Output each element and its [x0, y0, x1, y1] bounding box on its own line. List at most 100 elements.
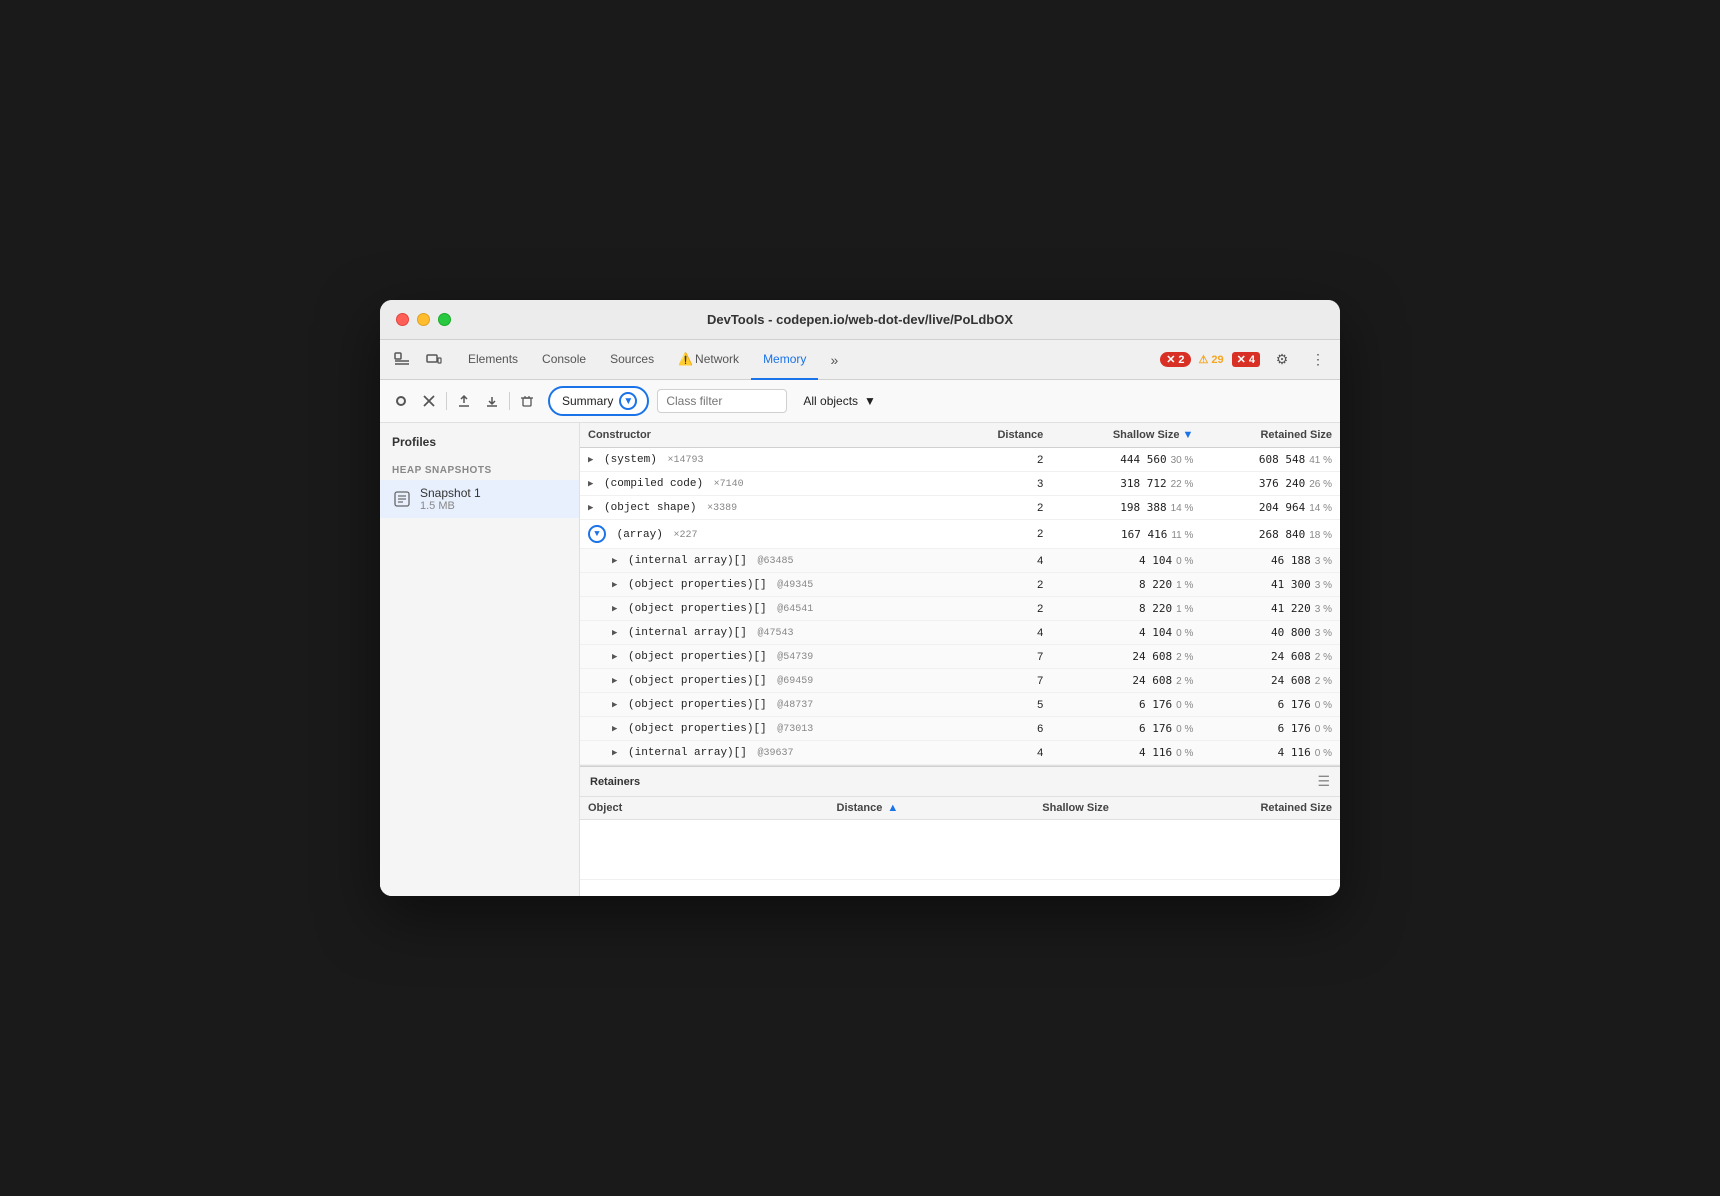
main-content: Profiles HEAP SNAPSHOTS Snapshot 1 1.5 M…	[380, 423, 1340, 896]
download-button[interactable]	[479, 388, 505, 414]
retainers-table: Object Distance ▲ Shallow Size Retained …	[580, 797, 1340, 880]
col-retained-size[interactable]: Retained Size	[1201, 423, 1340, 448]
col-distance[interactable]: Distance	[955, 423, 1051, 448]
shallow-size-cell: 4 1040 %	[1051, 549, 1201, 573]
retained-size-cell: 41 2203 %	[1201, 597, 1340, 621]
snapshot-icon	[392, 489, 412, 509]
retainers-title: Retainers	[590, 776, 640, 788]
distance-cell: 2	[955, 597, 1051, 621]
table-row[interactable]: ▶ (object properties)[] @54739 7 24 6082…	[580, 645, 1340, 669]
more-tabs-icon[interactable]: »	[820, 346, 848, 374]
sidebar-snapshot-1[interactable]: Snapshot 1 1.5 MB	[380, 480, 579, 518]
expand-arrow[interactable]: ▶	[612, 580, 617, 590]
retained-size-cell: 41 3003 %	[1201, 573, 1340, 597]
col-shallow-size[interactable]: Shallow Size ▼	[1051, 423, 1201, 448]
expand-arrow[interactable]: ▶	[612, 652, 617, 662]
toolbar-icons	[388, 388, 540, 414]
table-row[interactable]: ▶ (system) ×14793 2 444 56030 % 608 5484…	[580, 448, 1340, 472]
snapshot-size: 1.5 MB	[420, 500, 481, 512]
tab-console[interactable]: Console	[530, 340, 598, 380]
retained-size-cell: 24 6082 %	[1201, 669, 1340, 693]
retained-size-cell: 268 84018 %	[1201, 520, 1340, 549]
more-options-icon[interactable]: ⋮	[1304, 346, 1332, 374]
retainers-col-distance[interactable]: Distance ▲	[708, 797, 906, 820]
table-row[interactable]: ▶ (object properties)[] @48737 5 6 1760 …	[580, 693, 1340, 717]
tab-bar: Elements Console Sources ⚠️ Network Memo…	[380, 340, 1340, 380]
clear-button[interactable]	[416, 388, 442, 414]
retainers-col-shallow[interactable]: Shallow Size	[906, 797, 1117, 820]
shallow-size-cell: 24 6082 %	[1051, 669, 1201, 693]
device-toolbar-icon[interactable]	[420, 346, 448, 374]
sidebar-section: HEAP SNAPSHOTS	[380, 457, 579, 480]
shallow-size-cell: 8 2201 %	[1051, 597, 1201, 621]
expand-arrow[interactable]: ▶	[588, 503, 593, 513]
retained-size-cell: 204 96414 %	[1201, 496, 1340, 520]
table-row[interactable]: ▶ (internal array)[] @47543 4 4 1040 % 4…	[580, 621, 1340, 645]
tab-sources[interactable]: Sources	[598, 340, 666, 380]
constructor-cell: ▶ (internal array)[] @39637	[580, 741, 955, 765]
distance-cell: 4	[955, 549, 1051, 573]
toolbar-divider2	[509, 392, 510, 410]
col-constructor[interactable]: Constructor	[580, 423, 955, 448]
table-header-row: Constructor Distance Shallow Size ▼ Reta…	[580, 423, 1340, 448]
distance-cell: 2	[955, 496, 1051, 520]
retained-size-cell: 46 1883 %	[1201, 549, 1340, 573]
tab-network[interactable]: ⚠️ Network	[666, 340, 751, 380]
retainers-col-retained[interactable]: Retained Size	[1117, 797, 1340, 820]
expand-arrow[interactable]: ▶	[612, 724, 617, 734]
table-row[interactable]: ▶ (internal array)[] @63485 4 4 1040 % 4…	[580, 549, 1340, 573]
shallow-size-cell: 24 6082 %	[1051, 645, 1201, 669]
close-button[interactable]	[396, 313, 409, 326]
summary-dropdown-arrow: ▼	[619, 392, 637, 410]
summary-dropdown[interactable]: Summary ▼	[548, 386, 649, 416]
expand-arrow[interactable]: ▶	[612, 676, 617, 686]
sidebar: Profiles HEAP SNAPSHOTS Snapshot 1 1.5 M…	[380, 423, 580, 896]
expand-arrow[interactable]: ▶	[612, 556, 617, 566]
array-expand-circle[interactable]: ▼	[588, 525, 606, 543]
table-row[interactable]: ▶ (object properties)[] @73013 6 6 1760 …	[580, 717, 1340, 741]
constructor-cell: ▶ (object properties)[] @64541	[580, 597, 955, 621]
expand-arrow[interactable]: ▶	[588, 455, 593, 465]
expand-arrow[interactable]: ▶	[588, 479, 593, 489]
retainers-header-row: Object Distance ▲ Shallow Size Retained …	[580, 797, 1340, 820]
toolbar-divider	[446, 392, 447, 410]
table-row[interactable]: ▶ (internal array)[] @39637 4 4 1160 % 4…	[580, 741, 1340, 765]
tab-elements[interactable]: Elements	[456, 340, 530, 380]
table-row[interactable]: ▶ (object properties)[] @69459 7 24 6082…	[580, 669, 1340, 693]
constructor-cell: ▶ (object properties)[] @48737	[580, 693, 955, 717]
constructor-cell: ▶ (system) ×14793	[580, 448, 955, 472]
table-row[interactable]: ▶ (object properties)[] @49345 2 8 2201 …	[580, 573, 1340, 597]
table-row[interactable]: ▶ (compiled code) ×7140 3 318 71222 % 37…	[580, 472, 1340, 496]
record-button[interactable]	[388, 388, 414, 414]
collect-garbage-button[interactable]	[514, 388, 540, 414]
retained-size-cell: 608 54841 %	[1201, 448, 1340, 472]
distance-cell: 5	[955, 693, 1051, 717]
retained-size-cell: 4 1160 %	[1201, 741, 1340, 765]
distance-cell: 3	[955, 472, 1051, 496]
maximize-button[interactable]	[438, 313, 451, 326]
table-row-array[interactable]: ▼ (array) ×227 2 167 41611 % 268 84018 %	[580, 520, 1340, 549]
expand-arrow[interactable]: ▶	[612, 700, 617, 710]
shallow-size-cell: 167 41611 %	[1051, 520, 1201, 549]
expand-arrow[interactable]: ▶	[612, 604, 617, 614]
class-filter-input[interactable]	[657, 389, 787, 413]
table-row[interactable]: ▶ (object shape) ×3389 2 198 38814 % 204…	[580, 496, 1340, 520]
expand-arrow[interactable]: ▶	[612, 628, 617, 638]
expand-arrow[interactable]: ▶	[612, 748, 617, 758]
devtools-window: DevTools - codepen.io/web-dot-dev/live/P…	[380, 300, 1340, 896]
retained-size-cell: 40 8003 %	[1201, 621, 1340, 645]
retained-size-cell: 24 6082 %	[1201, 645, 1340, 669]
tab-memory[interactable]: Memory	[751, 340, 818, 380]
minimize-button[interactable]	[417, 313, 430, 326]
main-table-container[interactable]: Constructor Distance Shallow Size ▼ Reta…	[580, 423, 1340, 766]
upload-button[interactable]	[451, 388, 477, 414]
retainers-col-object[interactable]: Object	[580, 797, 708, 820]
table-row[interactable]: ▶ (object properties)[] @64541 2 8 2201 …	[580, 597, 1340, 621]
shallow-size-cell: 6 1760 %	[1051, 717, 1201, 741]
retainers-menu-icon[interactable]: ☰	[1317, 773, 1330, 790]
shallow-size-cell: 198 38814 %	[1051, 496, 1201, 520]
settings-icon[interactable]: ⚙	[1268, 346, 1296, 374]
traffic-lights	[396, 313, 451, 326]
inspector-icon[interactable]	[388, 346, 416, 374]
all-objects-dropdown[interactable]: All objects ▼	[803, 394, 876, 408]
